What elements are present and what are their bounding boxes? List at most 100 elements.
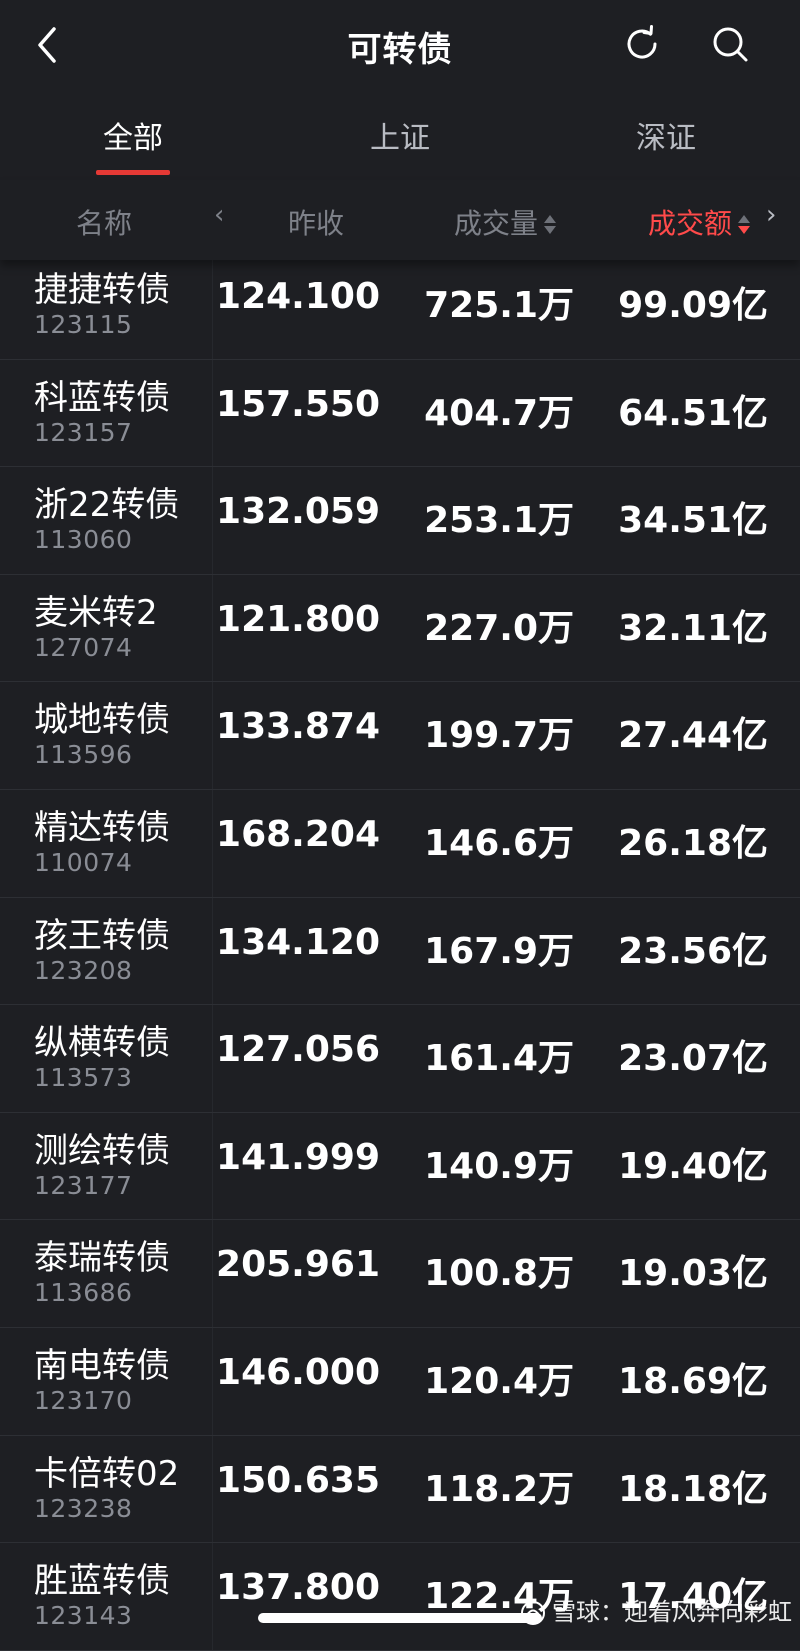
prev-close-value: 168.204: [216, 813, 380, 855]
search-icon: [713, 27, 748, 62]
amount-value: 19.03亿: [618, 1253, 768, 1295]
bond-code: 110074: [34, 847, 133, 877]
bond-code: 113686: [34, 1278, 133, 1308]
prev-close-value: 146.000: [216, 1351, 380, 1393]
prev-close-value: 127.056: [216, 1029, 380, 1071]
bond-name-cell: 麦米转2 127074: [0, 574, 213, 682]
tab-shenzhen[interactable]: 深证: [576, 113, 756, 157]
page-title: 可转债: [347, 30, 453, 70]
bond-name: 浙22转债: [34, 485, 180, 526]
bond-name-cell: 测绘转债 123177: [0, 1112, 213, 1220]
search-button[interactable]: [706, 20, 754, 68]
amount-value: 64.51亿: [618, 392, 768, 434]
column-volume[interactable]: 成交量: [454, 202, 557, 242]
table-row[interactable]: 城地转债 113596 133.874 199.7万 27.44亿: [0, 682, 800, 790]
prev-close-value: 137.800: [216, 1567, 380, 1609]
table-row[interactable]: 南电转债 123170 146.000 120.4万 18.69亿: [0, 1327, 800, 1436]
bond-code: 113060: [34, 525, 133, 555]
sort-icon: [544, 215, 557, 235]
table-row[interactable]: 泰瑞转债 113686 205.961 100.8万 19.03亿: [0, 1220, 800, 1328]
column-prev-close[interactable]: 昨收: [288, 202, 344, 242]
amount-value: 34.51亿: [618, 500, 768, 542]
prev-close-value: 141.999: [216, 1136, 380, 1178]
bond-name-cell: 泰瑞转债 113686: [0, 1220, 213, 1327]
tab-all[interactable]: 全部: [43, 113, 223, 157]
bond-name-cell: 精达转债 110074: [0, 789, 213, 897]
volume-value: 161.4万: [424, 1038, 574, 1080]
bond-name: 孩王转债: [34, 915, 170, 956]
column-name: 名称: [76, 207, 133, 240]
refresh-icon: [627, 25, 657, 59]
volume-value: 725.1万: [424, 285, 574, 326]
amount-value: 18.18亿: [618, 1468, 768, 1510]
bond-name-cell: 孩王转债 123208: [0, 897, 213, 1005]
table-row[interactable]: 麦米转2 127074 121.800 227.0万 32.11亿: [0, 574, 800, 683]
volume-value: 100.8万: [424, 1253, 574, 1295]
bond-name: 纵横转债: [34, 1023, 170, 1064]
amount-value: 32.11亿: [618, 607, 768, 649]
prev-close-value: 132.059: [216, 491, 380, 533]
chevron-right-icon[interactable]: ›: [766, 200, 776, 230]
watermark: 雪球：迎着风奔向彩虹: [520, 1592, 792, 1627]
bond-code: 123115: [34, 310, 133, 339]
prev-close-value: 157.550: [216, 383, 380, 425]
table-row[interactable]: 孩王转债 123208 134.120 167.9万 23.56亿: [0, 897, 800, 1006]
bond-name: 南电转债: [34, 1345, 170, 1386]
table-row[interactable]: 测绘转债 123177 141.999 140.9万 19.40亿: [0, 1112, 800, 1221]
tab-shanghai[interactable]: 上证: [310, 113, 490, 157]
bond-name: 麦米转2: [34, 592, 158, 633]
chevron-left-icon[interactable]: ‹: [214, 200, 224, 230]
table-row[interactable]: 捷捷转债 123115 124.100 725.1万 99.09亿: [0, 252, 800, 360]
bond-code: 113573: [34, 1063, 133, 1093]
prev-close-value: 121.800: [216, 598, 380, 640]
bond-name-cell: 科蓝转债 123157: [0, 359, 213, 467]
prev-close-value: 134.120: [216, 921, 380, 963]
bond-name: 泰瑞转债: [34, 1238, 170, 1279]
prev-close-value: 124.100: [216, 276, 380, 317]
bond-list: 捷捷转债 123115 124.100 725.1万 99.09亿 科蓝转债 123157 1…: [0, 252, 800, 1651]
prev-close-value: 205.961: [216, 1244, 380, 1286]
bond-name: 卡倍转02: [34, 1453, 180, 1494]
table-row[interactable]: 精达转债 110074 168.204 146.6万 26.18亿: [0, 789, 800, 898]
bond-name-cell: 城地转债 113596: [0, 682, 213, 789]
amount-value: 19.40亿: [618, 1145, 768, 1187]
column-amount-label: 成交额: [648, 207, 733, 240]
sort-desc-icon: [738, 215, 751, 235]
volume-value: 404.7万: [424, 392, 574, 434]
volume-value: 146.6万: [424, 822, 574, 864]
column-header: 名称 ‹ 昨收 成交量 成交额 ›: [0, 180, 800, 260]
bond-name: 胜蓝转债: [34, 1561, 170, 1602]
bond-name-cell: 卡倍转02 123238: [0, 1435, 213, 1543]
amount-value: 99.09亿: [618, 285, 768, 326]
table-row[interactable]: 卡倍转02 123238 150.635 118.2万 18.18亿: [0, 1435, 800, 1544]
bond-code: 127074: [34, 632, 133, 662]
home-indicator[interactable]: [258, 1613, 542, 1623]
refresh-button[interactable]: [618, 20, 666, 68]
bond-name-cell: 捷捷转债 123115: [0, 252, 213, 359]
volume-value: 199.7万: [424, 715, 574, 757]
bond-name-cell: 南电转债 123170: [0, 1327, 213, 1435]
prev-close-value: 150.635: [216, 1459, 380, 1501]
table-row[interactable]: 纵横转债 113573 127.056 161.4万 23.07亿: [0, 1005, 800, 1113]
volume-value: 118.2万: [424, 1468, 574, 1510]
bond-code: 123170: [34, 1385, 133, 1415]
bond-name: 测绘转债: [34, 1130, 170, 1171]
bond-name-cell: 纵横转债 113573: [0, 1005, 213, 1112]
bond-name-cell: 浙22转债 113060: [0, 467, 213, 574]
bond-name: 科蓝转债: [34, 377, 170, 418]
bond-name: 精达转债: [34, 807, 170, 848]
table-row[interactable]: 科蓝转债 123157 157.550 404.7万 64.51亿: [0, 359, 800, 468]
table-row[interactable]: 浙22转债 113060 132.059 253.1万 34.51亿: [0, 467, 800, 575]
amount-value: 27.44亿: [618, 715, 768, 757]
volume-value: 120.4万: [424, 1360, 574, 1402]
bond-code: 123238: [34, 1493, 133, 1523]
amount-value: 26.18亿: [618, 822, 768, 864]
bond-code: 123143: [34, 1601, 133, 1631]
bond-code: 113596: [34, 740, 133, 770]
volume-value: 140.9万: [424, 1145, 574, 1187]
volume-value: 167.9万: [424, 930, 574, 972]
amount-value: 23.07亿: [618, 1038, 768, 1080]
market-tabs: 全部 上证 深证: [0, 95, 800, 180]
amount-value: 23.56亿: [618, 930, 768, 972]
column-amount[interactable]: 成交额: [648, 202, 751, 242]
